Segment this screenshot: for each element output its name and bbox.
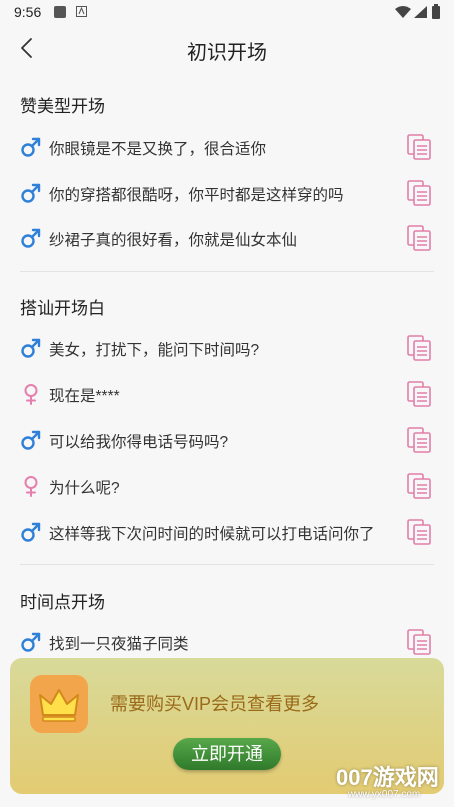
section-title: 时间点开场: [20, 593, 105, 612]
list-item: 你眼镜是不是又换了，很合适你: [0, 127, 454, 167]
section-divider: [20, 564, 434, 565]
female-icon: [24, 476, 38, 497]
status-time: 9:56: [14, 4, 42, 20]
list-item: 美女，打扰下，能问下时间吗?: [0, 328, 454, 368]
list-item: 现在是****: [0, 374, 454, 414]
male-icon: [21, 430, 41, 450]
line-text: 这样等我下次问时间的时候就可以打电话问你了: [49, 526, 375, 543]
copy-icon[interactable]: [406, 380, 432, 408]
female-icon: [24, 384, 38, 405]
watermark-url: www.yx007.com: [348, 789, 421, 800]
page-title: 初识开场: [187, 42, 267, 64]
signal-icon: [414, 6, 427, 18]
male-icon: [21, 522, 41, 542]
line-text: 纱裙子真的很好看，你就是仙女本仙: [49, 232, 298, 249]
list-item: 你的穿搭都很酷呀，你平时都是这样穿的吗: [0, 173, 454, 213]
male-icon: [21, 183, 41, 203]
list-item: 这样等我下次问时间的时候就可以打电话问你了: [0, 512, 454, 552]
vip-message: 需要购买VIP会员查看更多: [110, 694, 320, 714]
section-divider: [20, 271, 434, 272]
male-icon: [21, 137, 41, 157]
copy-icon[interactable]: [406, 426, 432, 454]
list-item: 为什么呢?: [0, 466, 454, 506]
section-title: 赞美型开场: [20, 97, 105, 116]
line-text: 可以给我你得电话号码吗?: [49, 434, 229, 451]
list-item: 可以给我你得电话号码吗?: [0, 420, 454, 460]
copy-icon[interactable]: [406, 334, 432, 362]
section-title: 搭讪开场白: [20, 299, 105, 318]
list-item: 纱裙子真的很好看，你就是仙女本仙: [0, 218, 454, 258]
male-icon: [21, 338, 41, 358]
copy-icon[interactable]: [406, 628, 432, 656]
notification-icon: [54, 6, 66, 18]
app-notification-icon: [76, 6, 87, 17]
copy-icon[interactable]: [406, 224, 432, 252]
watermark-logo: 007游戏网: [336, 765, 439, 790]
wifi-icon: [395, 6, 411, 18]
line-text: 美女，打扰下，能问下时间吗?: [49, 342, 260, 359]
battery-icon: [432, 4, 440, 19]
content-list[interactable]: 赞美型开场 你眼镜是不是又换了，很合适你 你的穿搭都很酷呀，你平时都是这样穿的吗…: [0, 72, 454, 658]
crown-icon: [39, 689, 79, 722]
vip-badge: [30, 675, 88, 733]
copy-icon[interactable]: [406, 518, 432, 546]
line-text: 为什么呢?: [49, 480, 120, 497]
male-icon: [21, 632, 41, 652]
line-text: 你的穿搭都很酷呀，你平时都是这样穿的吗: [49, 187, 344, 204]
copy-icon[interactable]: [406, 472, 432, 500]
open-vip-button[interactable]: 立即开通: [173, 738, 281, 770]
line-text: 现在是****: [49, 388, 120, 405]
list-item: 找到一只夜猫子同类: [0, 622, 454, 658]
header-bar: 初识开场: [0, 24, 454, 72]
male-icon: [21, 228, 41, 248]
status-bar: 9:56: [0, 0, 454, 24]
copy-icon[interactable]: [406, 179, 432, 207]
line-text: 找到一只夜猫子同类: [49, 636, 189, 653]
line-text: 你眼镜是不是又换了，很合适你: [49, 141, 267, 158]
copy-icon[interactable]: [406, 133, 432, 161]
